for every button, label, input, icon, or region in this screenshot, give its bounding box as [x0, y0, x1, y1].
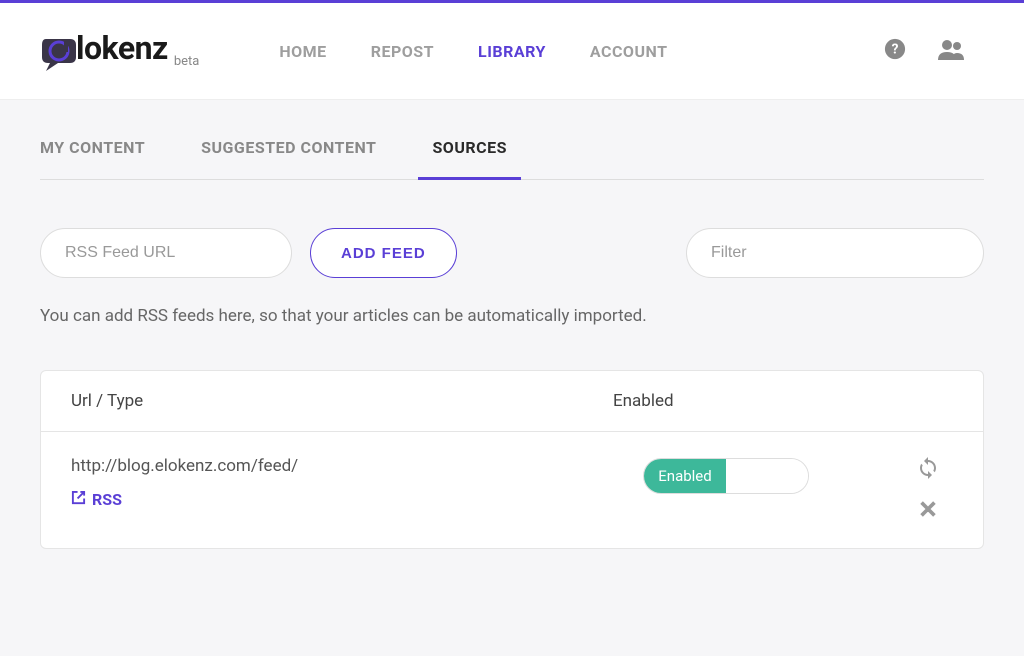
controls-row: ADD FEED: [40, 228, 984, 278]
nav-account[interactable]: ACCOUNT: [590, 42, 668, 61]
help-text: You can add RSS feeds here, so that your…: [40, 306, 984, 326]
rss-url-input[interactable]: [40, 228, 292, 278]
tab-my-content[interactable]: MY CONTENT: [40, 138, 145, 179]
help-icon[interactable]: ?: [884, 38, 906, 64]
filter-input[interactable]: [686, 228, 984, 278]
refresh-icon[interactable]: [916, 456, 940, 484]
feed-url: http://blog.elokenz.com/feed/: [71, 456, 643, 476]
table-header: Url / Type Enabled: [41, 371, 983, 432]
main-header: lokenz beta HOME REPOST LIBRARY ACCOUNT …: [0, 3, 1024, 100]
column-header-url: Url / Type: [71, 391, 613, 411]
column-header-actions: [873, 391, 953, 411]
tab-sources[interactable]: SOURCES: [432, 138, 507, 179]
logo-text: lokenz: [76, 29, 168, 67]
toggle-cell: Enabled: [643, 456, 903, 494]
nav-home[interactable]: HOME: [279, 42, 326, 61]
svg-text:?: ?: [892, 42, 899, 58]
row-actions: [903, 456, 953, 524]
feed-info: http://blog.elokenz.com/feed/ RSS: [71, 456, 643, 509]
column-header-enabled: Enabled: [613, 391, 873, 411]
feed-type-link[interactable]: RSS: [71, 490, 643, 509]
toggle-on-label: Enabled: [644, 459, 726, 493]
sub-tabs: MY CONTENT SUGGESTED CONTENT SOURCES: [40, 100, 984, 180]
external-link-icon: [71, 490, 86, 509]
enabled-toggle[interactable]: Enabled: [643, 458, 809, 494]
close-icon[interactable]: [917, 498, 939, 524]
feeds-table: Url / Type Enabled http://blog.elokenz.c…: [40, 370, 984, 549]
add-feed-button[interactable]: ADD FEED: [310, 228, 457, 278]
toggle-off-side: [726, 459, 808, 493]
header-icons: ?: [884, 38, 984, 64]
nav-library[interactable]: LIBRARY: [478, 42, 546, 61]
feed-type-label: RSS: [92, 490, 122, 509]
table-row: http://blog.elokenz.com/feed/ RSS Enable…: [41, 432, 983, 548]
tab-suggested-content[interactable]: SUGGESTED CONTENT: [201, 138, 376, 179]
main-nav: HOME REPOST LIBRARY ACCOUNT: [279, 42, 667, 61]
nav-repost[interactable]: REPOST: [371, 42, 434, 61]
logo-beta-tag: beta: [174, 54, 200, 69]
page-content: MY CONTENT SUGGESTED CONTENT SOURCES ADD…: [0, 100, 1024, 549]
logo[interactable]: lokenz beta: [40, 29, 199, 73]
users-icon[interactable]: [938, 38, 964, 64]
logo-icon: [40, 35, 78, 73]
